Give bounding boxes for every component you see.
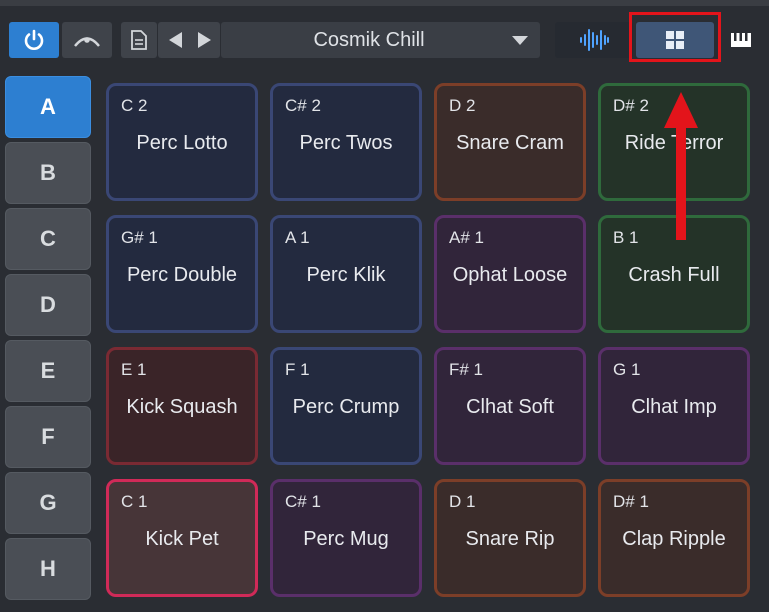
red-arrow-annotation: [664, 92, 698, 240]
